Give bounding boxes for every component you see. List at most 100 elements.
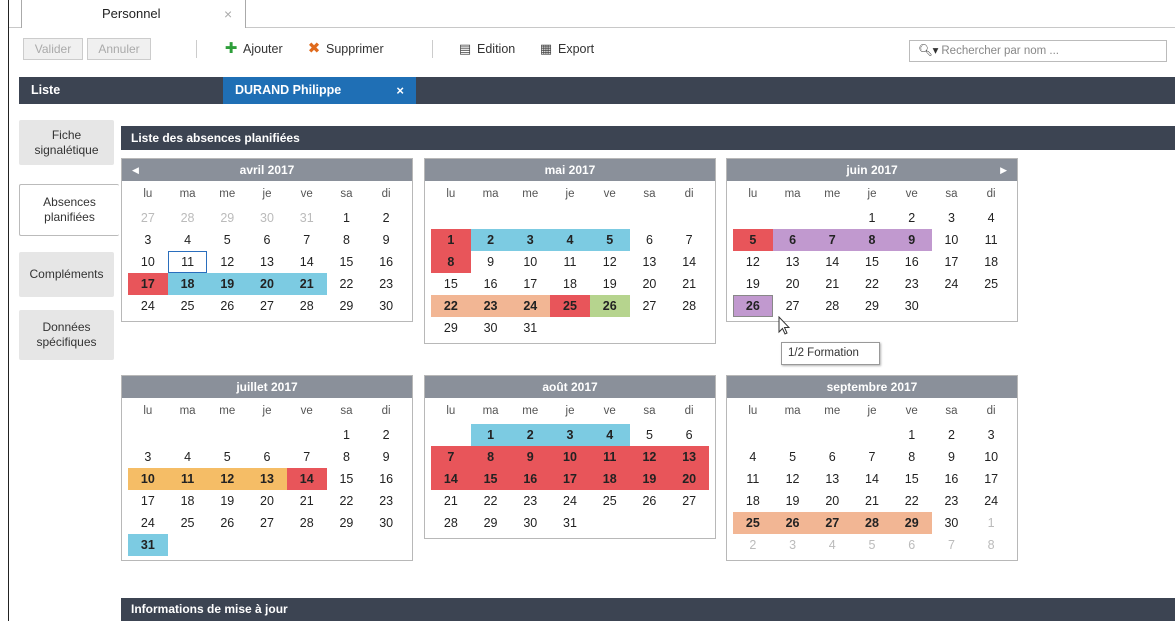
absence-day-cell[interactable]: 2 bbox=[470, 229, 511, 251]
day-cell[interactable]: 26 bbox=[207, 295, 247, 317]
absence-day-cell[interactable]: 22 bbox=[431, 295, 471, 317]
absence-day-cell[interactable]: 13 bbox=[669, 446, 709, 468]
day-cell[interactable]: 8 bbox=[327, 446, 367, 468]
absence-day-cell[interactable]: 18 bbox=[589, 468, 630, 490]
absence-day-cell[interactable]: 19 bbox=[629, 468, 670, 490]
day-cell[interactable]: 6 bbox=[247, 229, 287, 251]
day-cell[interactable]: 12 bbox=[733, 251, 773, 273]
day-cell[interactable]: 23 bbox=[366, 273, 406, 295]
day-cell[interactable]: 25 bbox=[971, 273, 1011, 295]
day-cell[interactable]: 13 bbox=[247, 251, 287, 273]
search-input[interactable]: 🔍︎▾ Rechercher par nom ... bbox=[909, 40, 1167, 62]
day-cell[interactable]: 6 bbox=[812, 446, 852, 468]
absence-day-cell[interactable]: 5 bbox=[589, 229, 630, 251]
day-cell[interactable]: 27 bbox=[247, 512, 287, 534]
next-month-arrow-icon[interactable]: ▶ bbox=[1000, 159, 1007, 181]
day-cell[interactable]: 6 bbox=[247, 446, 287, 468]
day-cell[interactable]: 8 bbox=[892, 446, 932, 468]
day-cell[interactable]: 30 bbox=[471, 317, 511, 339]
day-cell[interactable]: 1 bbox=[327, 424, 367, 446]
day-cell[interactable]: 29 bbox=[327, 512, 367, 534]
day-cell[interactable]: 24 bbox=[932, 273, 972, 295]
day-cell[interactable]: 4 bbox=[168, 446, 208, 468]
day-cell[interactable]: 30 bbox=[366, 512, 406, 534]
day-cell[interactable]: 5 bbox=[630, 424, 670, 446]
day-cell[interactable]: 14 bbox=[669, 251, 709, 273]
day-cell[interactable]: 30 bbox=[892, 295, 932, 317]
day-cell[interactable]: 1 bbox=[852, 207, 892, 229]
day-cell[interactable]: 15 bbox=[431, 273, 471, 295]
day-cell[interactable]: 7 bbox=[287, 446, 327, 468]
absence-day-cell[interactable]: 21 bbox=[286, 273, 327, 295]
absence-day-cell[interactable]: 5 bbox=[733, 229, 773, 251]
absence-day-cell[interactable]: 29 bbox=[891, 512, 932, 534]
day-cell[interactable]: 4 bbox=[168, 229, 208, 251]
record-tab-durand[interactable]: DURAND Philippe × bbox=[223, 77, 416, 104]
day-cell[interactable]: 11 bbox=[971, 229, 1011, 251]
day-cell[interactable]: 15 bbox=[852, 251, 892, 273]
day-cell[interactable]: 18 bbox=[550, 273, 590, 295]
absence-day-cell[interactable]: 27 bbox=[812, 512, 853, 534]
absence-day-cell[interactable]: 3 bbox=[510, 229, 551, 251]
day-cell[interactable]: 16 bbox=[366, 468, 406, 490]
day-cell[interactable]: 27 bbox=[247, 295, 287, 317]
export-button[interactable]: ▦ Export bbox=[538, 38, 594, 60]
day-cell[interactable]: 26 bbox=[207, 512, 247, 534]
day-cell[interactable]: 9 bbox=[471, 251, 511, 273]
validate-button[interactable]: Valider bbox=[23, 38, 83, 60]
absence-day-cell[interactable]: 6 bbox=[772, 229, 813, 251]
day-cell[interactable]: 23 bbox=[932, 490, 972, 512]
day-cell[interactable]: 28 bbox=[168, 207, 208, 229]
day-cell[interactable]: 24 bbox=[550, 490, 590, 512]
day-cell[interactable]: 17 bbox=[128, 490, 168, 512]
day-cell[interactable]: 27 bbox=[669, 490, 709, 512]
day-cell[interactable]: 29 bbox=[852, 295, 892, 317]
day-cell[interactable]: 1 bbox=[892, 424, 932, 446]
absence-day-cell[interactable]: 26 bbox=[772, 512, 813, 534]
day-cell[interactable]: 31 bbox=[510, 317, 550, 339]
absence-day-cell[interactable]: 25 bbox=[733, 512, 773, 534]
absence-day-cell[interactable]: 1 bbox=[431, 229, 471, 251]
day-cell[interactable]: 19 bbox=[207, 490, 247, 512]
absence-day-cell[interactable]: 7 bbox=[431, 446, 471, 468]
day-cell[interactable]: 22 bbox=[892, 490, 932, 512]
absence-day-cell[interactable]: 20 bbox=[669, 468, 709, 490]
day-cell[interactable]: 24 bbox=[971, 490, 1011, 512]
day-cell[interactable]: 20 bbox=[247, 490, 287, 512]
day-cell[interactable]: 8 bbox=[327, 229, 367, 251]
day-cell[interactable]: 20 bbox=[812, 490, 852, 512]
tab-close-icon[interactable]: × bbox=[224, 0, 232, 28]
day-cell[interactable]: 23 bbox=[892, 273, 932, 295]
day-cell[interactable]: 16 bbox=[932, 468, 972, 490]
day-cell[interactable]: 15 bbox=[327, 251, 367, 273]
absence-day-cell[interactable]: 9 bbox=[510, 446, 551, 468]
day-cell[interactable]: 24 bbox=[128, 295, 168, 317]
absence-day-cell[interactable]: 31 bbox=[128, 534, 168, 556]
day-cell[interactable]: 10 bbox=[971, 446, 1011, 468]
day-cell[interactable]: 23 bbox=[510, 490, 550, 512]
absence-day-cell[interactable]: 20 bbox=[247, 273, 287, 295]
absence-day-cell[interactable]: 11 bbox=[167, 468, 208, 490]
day-cell[interactable]: 10 bbox=[932, 229, 972, 251]
absence-day-cell[interactable]: 10 bbox=[550, 446, 590, 468]
day-cell[interactable]: 14 bbox=[852, 468, 892, 490]
day-cell[interactable]: 7 bbox=[932, 534, 972, 556]
day-cell[interactable]: 28 bbox=[287, 295, 327, 317]
day-cell[interactable]: 21 bbox=[852, 490, 892, 512]
day-cell[interactable]: 2 bbox=[366, 424, 406, 446]
absence-day-cell[interactable]: 12 bbox=[629, 446, 670, 468]
day-cell[interactable]: 31 bbox=[287, 207, 327, 229]
absence-day-cell[interactable]: 8 bbox=[431, 251, 471, 273]
day-cell[interactable]: 1 bbox=[971, 512, 1011, 534]
absence-day-cell[interactable]: 15 bbox=[470, 468, 511, 490]
absence-day-cell[interactable]: 16 bbox=[510, 468, 551, 490]
cancel-button[interactable]: Annuler bbox=[87, 38, 151, 60]
day-cell[interactable]: 11 bbox=[167, 251, 208, 273]
day-cell[interactable]: 24 bbox=[128, 512, 168, 534]
day-cell[interactable]: 7 bbox=[287, 229, 327, 251]
day-cell[interactable]: 16 bbox=[892, 251, 932, 273]
close-icon[interactable]: × bbox=[396, 77, 404, 104]
day-cell[interactable]: 17 bbox=[932, 251, 972, 273]
day-cell[interactable]: 5 bbox=[207, 229, 247, 251]
prev-month-arrow-icon[interactable]: ◀ bbox=[132, 159, 139, 181]
